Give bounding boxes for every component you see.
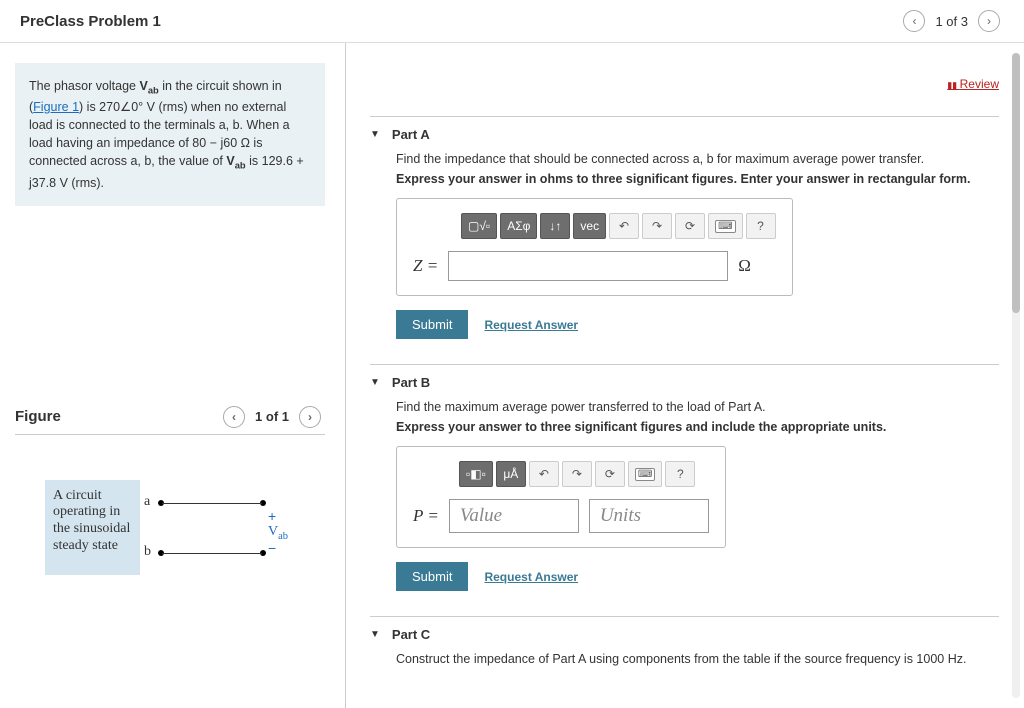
- part-c-header[interactable]: ▼Part C: [370, 617, 999, 652]
- subsup-button[interactable]: ↓↑: [540, 213, 570, 239]
- figure-counter: 1 of 1: [255, 409, 289, 424]
- figure-heading: Figure: [15, 408, 61, 425]
- part-a-instruction: Find the impedance that should be connec…: [396, 152, 999, 166]
- template-button[interactable]: ▢√▫: [461, 213, 497, 239]
- part-a-format: Express your answer in ohms to three sig…: [396, 172, 999, 186]
- review-link[interactable]: Review: [947, 77, 999, 91]
- undo-button[interactable]: ↶: [609, 213, 639, 239]
- redo-button[interactable]: ↷: [642, 213, 672, 239]
- part-a-answer-box: ▢√▫ ΑΣφ ↓↑ vec ↶ ↷ ⟳ ⌨ ? Z = Ω: [396, 198, 793, 296]
- undo-button[interactable]: ↶: [529, 461, 559, 487]
- chevron-down-icon: ▼: [370, 377, 380, 388]
- problem-statement: The phasor voltage Vab in the circuit sh…: [15, 63, 325, 206]
- page-title: PreClass Problem 1: [20, 13, 899, 30]
- greek-button[interactable]: ΑΣφ: [500, 213, 537, 239]
- prev-button[interactable]: ‹: [903, 10, 925, 32]
- figure-next-button[interactable]: ›: [299, 406, 321, 428]
- help-button[interactable]: ?: [665, 461, 695, 487]
- variable-z: Z =: [413, 256, 438, 276]
- help-button[interactable]: ?: [746, 213, 776, 239]
- keyboard-button[interactable]: ⌨: [628, 461, 662, 487]
- part-b-request-answer-link[interactable]: Request Answer: [484, 570, 578, 584]
- scrollbar[interactable]: [1012, 53, 1020, 698]
- template-button[interactable]: ▫◧▫: [459, 461, 493, 487]
- page-counter: 1 of 3: [935, 14, 968, 29]
- figure-prev-button[interactable]: ‹: [223, 406, 245, 428]
- part-b-format: Express your answer to three significant…: [396, 420, 999, 434]
- units-button[interactable]: μÅ: [496, 461, 526, 487]
- part-b-instruction: Find the maximum average power transferr…: [396, 400, 999, 414]
- figure-image: A circuit operating in the sinusoidal st…: [15, 480, 345, 575]
- part-a-request-answer-link[interactable]: Request Answer: [484, 318, 578, 332]
- reset-button[interactable]: ⟳: [595, 461, 625, 487]
- part-b-answer-box: ▫◧▫ μÅ ↶ ↷ ⟳ ⌨ ? P = Value Units: [396, 446, 726, 548]
- next-button[interactable]: ›: [978, 10, 1000, 32]
- keyboard-button[interactable]: ⌨: [708, 213, 742, 239]
- part-b-units-input[interactable]: Units: [589, 499, 709, 533]
- part-b-submit-button[interactable]: Submit: [396, 562, 468, 591]
- variable-p: P =: [413, 506, 439, 526]
- figure-link[interactable]: Figure 1: [33, 100, 79, 114]
- unit-ohm: Ω: [738, 256, 751, 276]
- chevron-down-icon: ▼: [370, 129, 380, 140]
- reset-button[interactable]: ⟳: [675, 213, 705, 239]
- part-a-input[interactable]: [448, 251, 728, 281]
- part-b-value-input[interactable]: Value: [449, 499, 579, 533]
- part-a-submit-button[interactable]: Submit: [396, 310, 468, 339]
- scrollbar-thumb[interactable]: [1012, 53, 1020, 313]
- redo-button[interactable]: ↷: [562, 461, 592, 487]
- part-c-instruction: Construct the impedance of Part A using …: [396, 652, 999, 666]
- chevron-down-icon: ▼: [370, 629, 380, 640]
- part-a-header[interactable]: ▼Part A: [370, 117, 999, 152]
- vec-button[interactable]: vec: [573, 213, 606, 239]
- part-b-header[interactable]: ▼Part B: [370, 365, 999, 400]
